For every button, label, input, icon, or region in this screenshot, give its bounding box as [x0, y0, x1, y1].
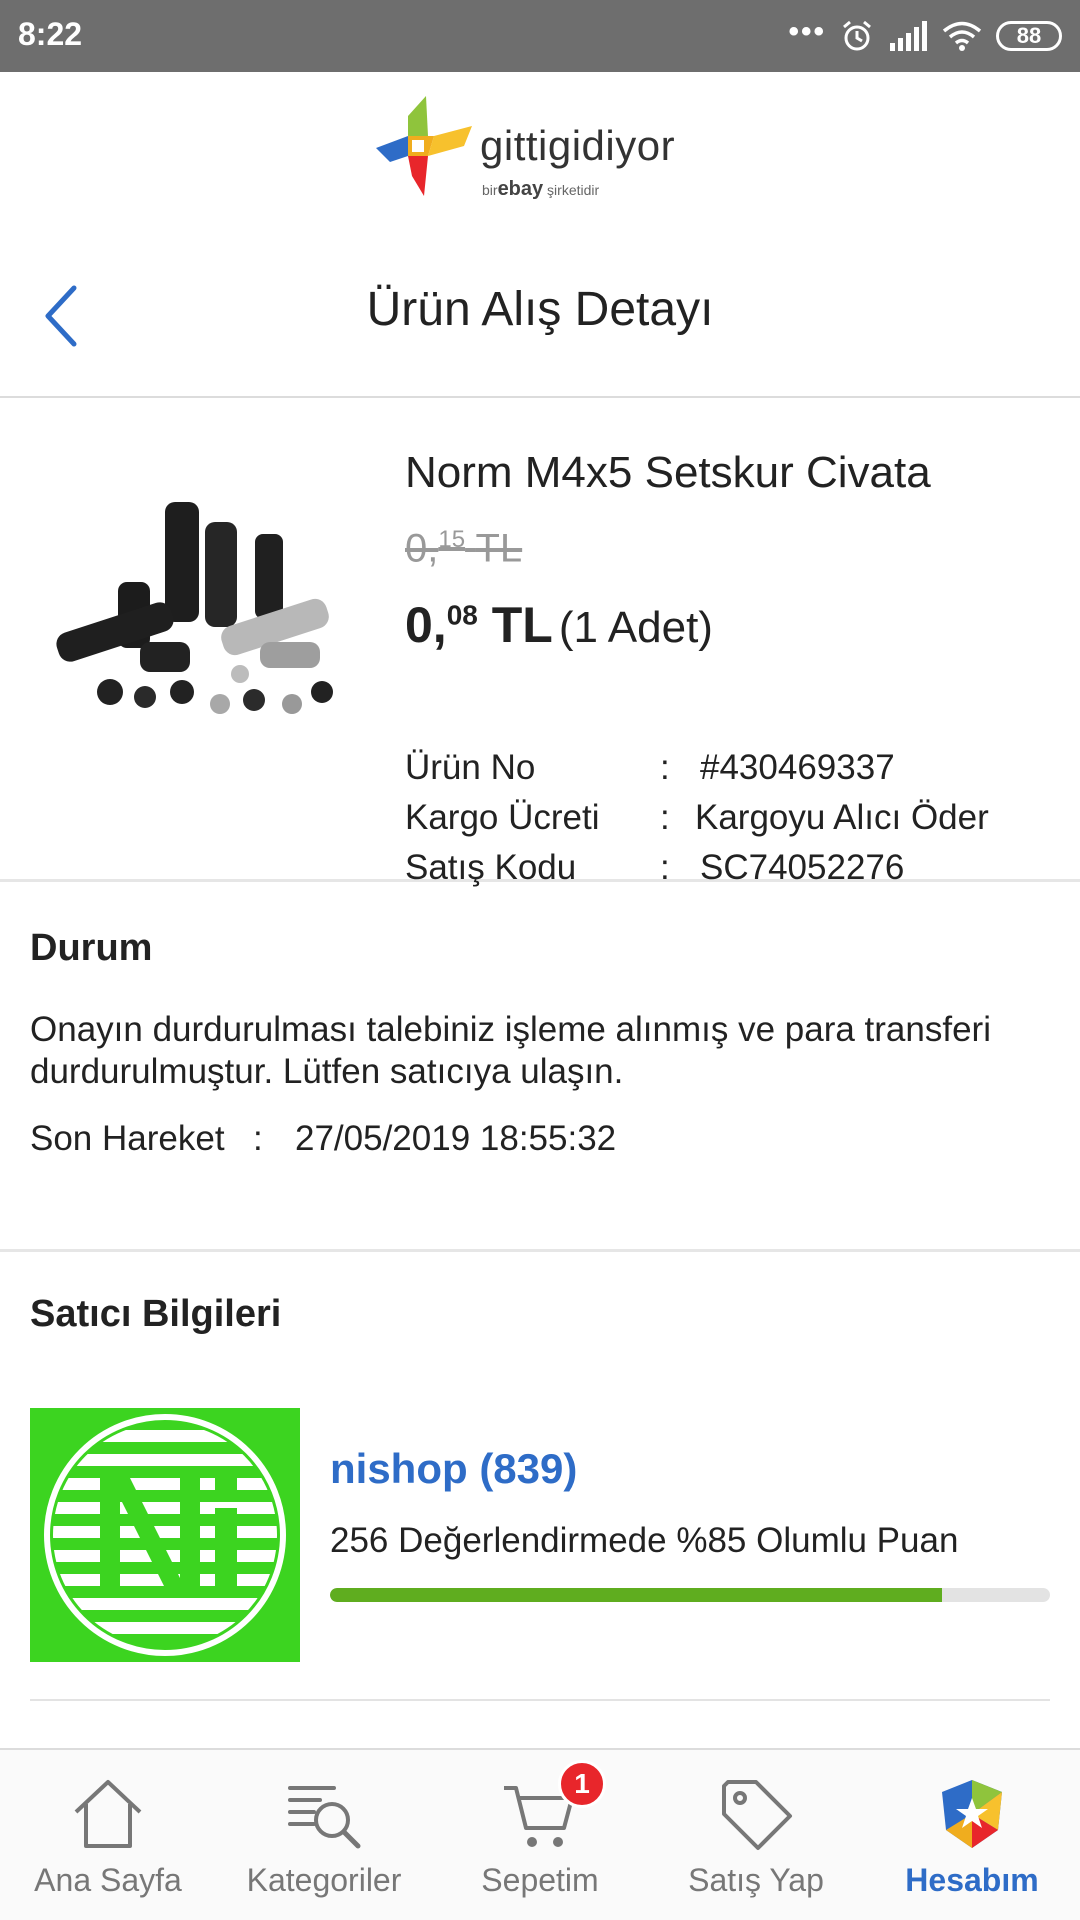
- wifi-icon: [942, 21, 982, 51]
- battery-level: 88: [1016, 23, 1042, 48]
- nav-account[interactable]: Hesabım: [864, 1750, 1080, 1920]
- nav-sell[interactable]: Satış Yap: [648, 1750, 864, 1920]
- info-value: Kargoyu Alıcı Öder: [695, 798, 989, 837]
- bottom-navigation: Ana Sayfa Kategoriler 1 Sepetim Satış Ya…: [0, 1748, 1080, 1920]
- tagline-rest: şirketidir: [547, 182, 600, 198]
- last-action-row: Son Hareket : 27/05/2019 18:55:32: [30, 1119, 616, 1159]
- old-price-currency: TL: [475, 526, 523, 571]
- old-price-dec: 15: [438, 526, 466, 553]
- page-header: Ürün Alış Detayı: [0, 222, 1080, 398]
- seller-rating-text: 256 Değerlendirmede %85 Olumlu Puan: [330, 1521, 959, 1560]
- info-colon: :: [660, 748, 670, 787]
- info-label: Satış Kodu: [405, 848, 577, 887]
- product-name[interactable]: Norm M4x5 Setskur Civata: [405, 448, 931, 498]
- status-message: Onayın durdurulması talebiniz işleme alı…: [30, 1010, 991, 1091]
- brand-tagline: birebay şirketidir: [482, 178, 599, 201]
- quantity: (1 Adet): [558, 603, 713, 652]
- signal-icon: [890, 21, 927, 51]
- info-value: SC74052276: [700, 848, 905, 887]
- seller-title: Satıcı Bilgileri: [30, 1293, 282, 1335]
- cart-count-badge: 1: [558, 1760, 606, 1808]
- seller-rating-fill: [330, 1588, 942, 1602]
- info-label: Kargo Ücreti: [405, 798, 600, 837]
- current-price: 0,08 TL (1 Adet): [405, 596, 713, 654]
- seller-name-link[interactable]: nishop (839): [330, 1445, 577, 1493]
- status-icons: ••• 88: [788, 14, 1062, 58]
- last-action-label: Son Hareket: [30, 1119, 225, 1158]
- price-int: 0,: [405, 597, 447, 653]
- info-row-shipping: Kargo Ücreti : Kargoyu Alıcı Öder: [405, 798, 989, 838]
- info-label: Ürün No: [405, 748, 536, 787]
- nav-label: Sepetim: [481, 1862, 599, 1898]
- brand-name: gittigidiyor: [480, 122, 676, 169]
- nav-home[interactable]: Ana Sayfa: [0, 1750, 216, 1920]
- info-value: #430469337: [700, 748, 895, 787]
- seller-divider: [30, 1699, 1050, 1701]
- product-image[interactable]: [30, 442, 360, 772]
- nav-label: Hesabım: [905, 1862, 1039, 1898]
- app-logo: gittigidiyor birebay şirketidir: [0, 72, 1080, 222]
- last-action-value: 27/05/2019 18:55:32: [295, 1119, 617, 1158]
- seller-logo[interactable]: [30, 1408, 300, 1662]
- more-notifications-icon: •••: [788, 15, 826, 48]
- battery-indicator: 88: [996, 21, 1062, 51]
- tagline-bir: bir: [482, 182, 498, 198]
- info-row-sales-code: Satış Kodu : SC74052276: [405, 848, 904, 888]
- home-icon: [74, 1780, 142, 1848]
- page-title: Ürün Alış Detayı: [366, 283, 714, 336]
- nav-label: Satış Yap: [688, 1862, 824, 1898]
- info-row-product-no: Ürün No : #430469337: [405, 748, 895, 788]
- old-price-int: 0,: [405, 526, 439, 571]
- nav-label: Ana Sayfa: [34, 1862, 182, 1898]
- status-title: Durum: [30, 927, 153, 969]
- nav-categories[interactable]: Kategoriler: [216, 1750, 432, 1920]
- old-price: 0,15 TL: [405, 526, 522, 571]
- account-shield-icon: [942, 1780, 1002, 1848]
- price-currency: TL: [491, 597, 553, 653]
- tag-icon: [722, 1780, 792, 1850]
- status-section: Durum Onayın durdurulması talebiniz işle…: [0, 885, 1080, 1252]
- seller-logo-icon: [44, 1414, 286, 1656]
- status-time: 8:22: [18, 16, 83, 52]
- gittigidiyor-logo-icon: [376, 96, 472, 196]
- seller-rating-bar: [330, 1588, 1050, 1602]
- price-dec: 08: [446, 599, 478, 631]
- tagline-ebay: ebay: [497, 178, 544, 200]
- seller-section: Satıcı Bilgileri nishop (839) 256 Değerl…: [0, 1253, 1080, 1748]
- info-colon: :: [660, 848, 670, 887]
- info-colon: :: [660, 798, 670, 837]
- nav-label: Kategoriler: [246, 1862, 402, 1898]
- categories-search-icon: [288, 1786, 361, 1849]
- product-card: Norm M4x5 Setskur Civata 0,15 TL 0,08 TL…: [0, 400, 1080, 887]
- alarm-icon: [843, 20, 871, 51]
- nav-cart[interactable]: 1 Sepetim: [432, 1750, 648, 1920]
- last-action-colon: :: [253, 1119, 263, 1158]
- status-bar: 8:22 ••• 88: [0, 0, 1080, 72]
